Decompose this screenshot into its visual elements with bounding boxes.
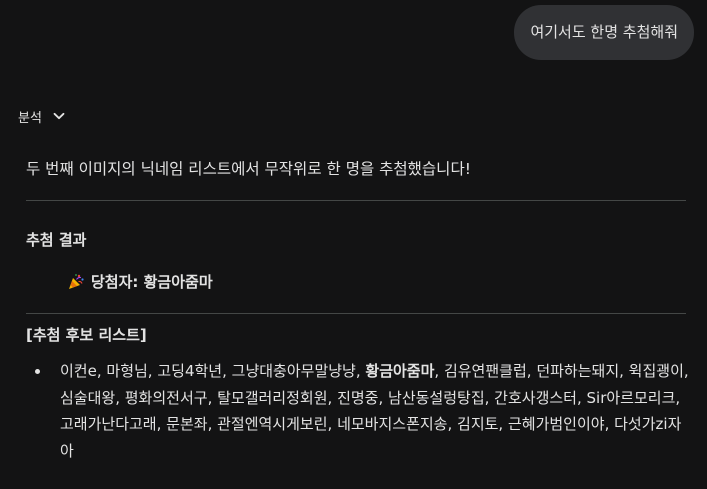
divider xyxy=(26,200,686,201)
result-heading: 추첨 결과 xyxy=(26,231,87,249)
divider xyxy=(26,313,686,314)
analysis-toggle[interactable]: 분석 xyxy=(18,103,66,129)
candidate-list: 이컨e, 마형님, 고딩4학년, 그냥대충아무말냥냥, 황금아줌마, 김유연팬클… xyxy=(60,362,689,460)
candidate-item: 이컨e xyxy=(60,362,97,380)
candidate-item: 탈모갤러리정회원 xyxy=(217,388,328,407)
candidate-item: 네모바지스폰지송 xyxy=(337,415,448,433)
chevron-down-icon xyxy=(52,109,66,123)
candidate-item: 던파하는돼지 xyxy=(536,362,620,380)
party-popper-icon xyxy=(67,273,85,291)
candidate-item: 평화의전서구 xyxy=(124,388,208,407)
response-intro: 두 번째 이미지의 닉네임 리스트에서 무작위로 한 명을 추첨했습니다! xyxy=(26,160,471,178)
candidate-item: 고래가난다고래 xyxy=(60,415,157,433)
candidates-heading: [추첨 후보 리스트] xyxy=(26,326,147,344)
candidate-item: 간호사갱스터 xyxy=(494,388,577,407)
candidate-item: 관절엔역시게보린 xyxy=(217,415,328,433)
candidate-item-winner: 황금아줌마 xyxy=(365,362,435,380)
candidate-item: 고딩4학년 xyxy=(157,362,223,380)
analysis-label: 분석 xyxy=(18,110,42,126)
candidate-item: 그냥대충아무말냥냥 xyxy=(231,362,356,380)
candidate-item: 김유연팬클럽 xyxy=(443,362,527,380)
candidate-item: 김지토 xyxy=(457,415,499,433)
list-bullet xyxy=(35,369,40,374)
winner-prefix: 당첨자: xyxy=(91,273,144,291)
candidate-item: 마형님 xyxy=(106,362,148,380)
candidate-item: 윅집괭이 xyxy=(628,362,684,380)
candidate-item: 근혜가범인이야 xyxy=(507,415,605,433)
candidate-item: 남산동설렁탕집 xyxy=(388,388,485,407)
user-message-bubble: 여기서도 한명 추첨해줘 xyxy=(514,5,694,60)
candidate-item: 진명중 xyxy=(337,388,379,407)
candidate-item: 문본좌 xyxy=(166,415,208,433)
winner-line: 당첨자: 황금아줌마 xyxy=(67,270,213,294)
candidate-item: 심술대왕 xyxy=(60,388,116,407)
candidate-item: Sir아르모리크 xyxy=(586,388,676,407)
winner-name: 황금아줌마 xyxy=(143,273,213,291)
